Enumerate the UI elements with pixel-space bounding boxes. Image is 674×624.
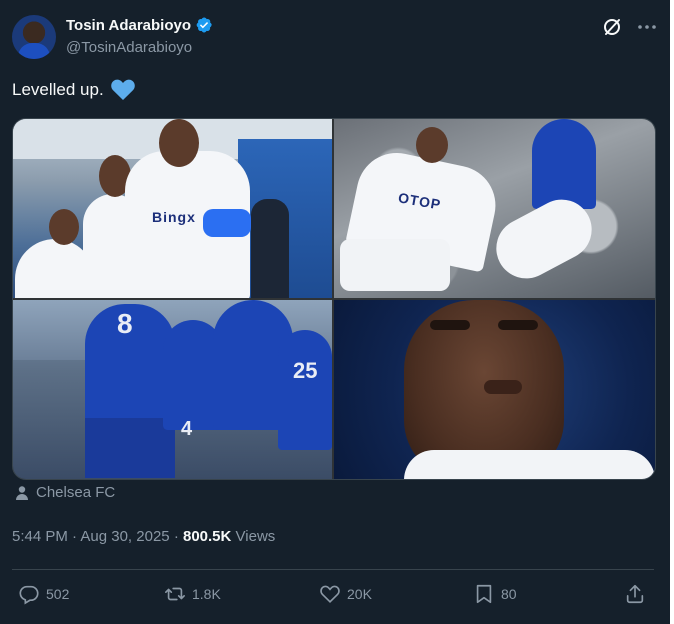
shirt-number-4: 4 xyxy=(181,418,193,440)
tweet-date[interactable]: Aug 30, 2025 xyxy=(80,528,169,545)
grok-icon[interactable] xyxy=(602,17,622,37)
photo-players-celebrating[interactable]: 8 4 25 xyxy=(13,300,332,479)
player-main-head xyxy=(159,119,199,167)
staff-member xyxy=(251,199,289,298)
reply-count: 502 xyxy=(46,586,70,602)
heart-icon xyxy=(320,585,340,603)
share-button[interactable] xyxy=(624,583,646,605)
repost-icon xyxy=(165,587,185,601)
photo-white-kit-players[interactable]: Bingx xyxy=(13,119,332,298)
bookmark-icon xyxy=(476,584,492,604)
person-icon xyxy=(16,485,28,500)
sponsor-logo: Bingx xyxy=(152,209,196,225)
bookmark-button[interactable]: 80 xyxy=(473,583,517,605)
author-display-name[interactable]: Tosin Adarabioyo xyxy=(66,17,191,34)
player-main-blue-sleeve xyxy=(203,209,251,237)
views-label: Views xyxy=(235,528,276,545)
media-grid[interactable]: Bingx OTOP 8 4 25 xyxy=(12,118,656,480)
player-white-head xyxy=(416,127,448,163)
share-icon xyxy=(626,584,644,604)
tweet-text: Levelled up. xyxy=(12,78,136,102)
meta-separator: · xyxy=(72,528,78,545)
photo-closeup-portrait[interactable] xyxy=(334,300,655,479)
tweet-time[interactable]: 5:44 PM xyxy=(12,528,68,545)
avatar-face xyxy=(26,22,42,42)
avatar[interactable] xyxy=(12,15,56,59)
tweet-meta: 5:44 PM · Aug 30, 2025 · 800.5K Views xyxy=(12,528,275,545)
portrait-shirt-collar xyxy=(404,450,655,479)
tweet-header: Tosin Adarabioyo @TosinAdarabioyo xyxy=(12,13,662,61)
divider xyxy=(12,569,654,570)
like-button[interactable]: 20K xyxy=(319,583,372,605)
more-options-icon[interactable] xyxy=(636,17,658,37)
avatar-shirt xyxy=(18,43,50,59)
reply-button[interactable]: 502 xyxy=(18,583,69,605)
author-name-row: Tosin Adarabioyo xyxy=(66,16,213,34)
shirt-number-25: 25 xyxy=(293,358,318,383)
photo-match-challenge[interactable]: OTOP xyxy=(334,119,655,298)
repost-button[interactable]: 1.8K xyxy=(164,583,221,605)
player-blue-kit xyxy=(532,119,596,209)
window-edge xyxy=(670,0,674,624)
repost-count: 1.8K xyxy=(192,586,221,602)
views-count: 800.5K xyxy=(182,528,232,545)
player-number-25 xyxy=(278,330,332,450)
bookmark-count: 80 xyxy=(501,586,517,602)
action-bar: 502 1.8K 20K 80 xyxy=(12,583,654,613)
blue-heart-icon xyxy=(110,79,135,100)
portrait-brow-right xyxy=(498,320,538,330)
meta-separator: · xyxy=(173,528,179,545)
reply-icon xyxy=(19,585,39,605)
player-white-legs xyxy=(340,239,450,291)
location-tag[interactable]: Chelsea FC xyxy=(14,484,115,501)
verified-badge-icon xyxy=(196,17,212,33)
player-left-head xyxy=(49,209,79,245)
portrait-brow-left xyxy=(430,320,470,330)
like-count: 20K xyxy=(347,586,372,602)
portrait-mouth xyxy=(484,380,522,394)
author-handle[interactable]: @TosinAdarabioyo xyxy=(66,39,192,56)
tweet-text-content: Levelled up. xyxy=(12,80,104,99)
shirt-number-8: 8 xyxy=(117,308,133,339)
location-label[interactable]: Chelsea FC xyxy=(36,484,115,501)
player-8-shorts xyxy=(85,418,175,478)
